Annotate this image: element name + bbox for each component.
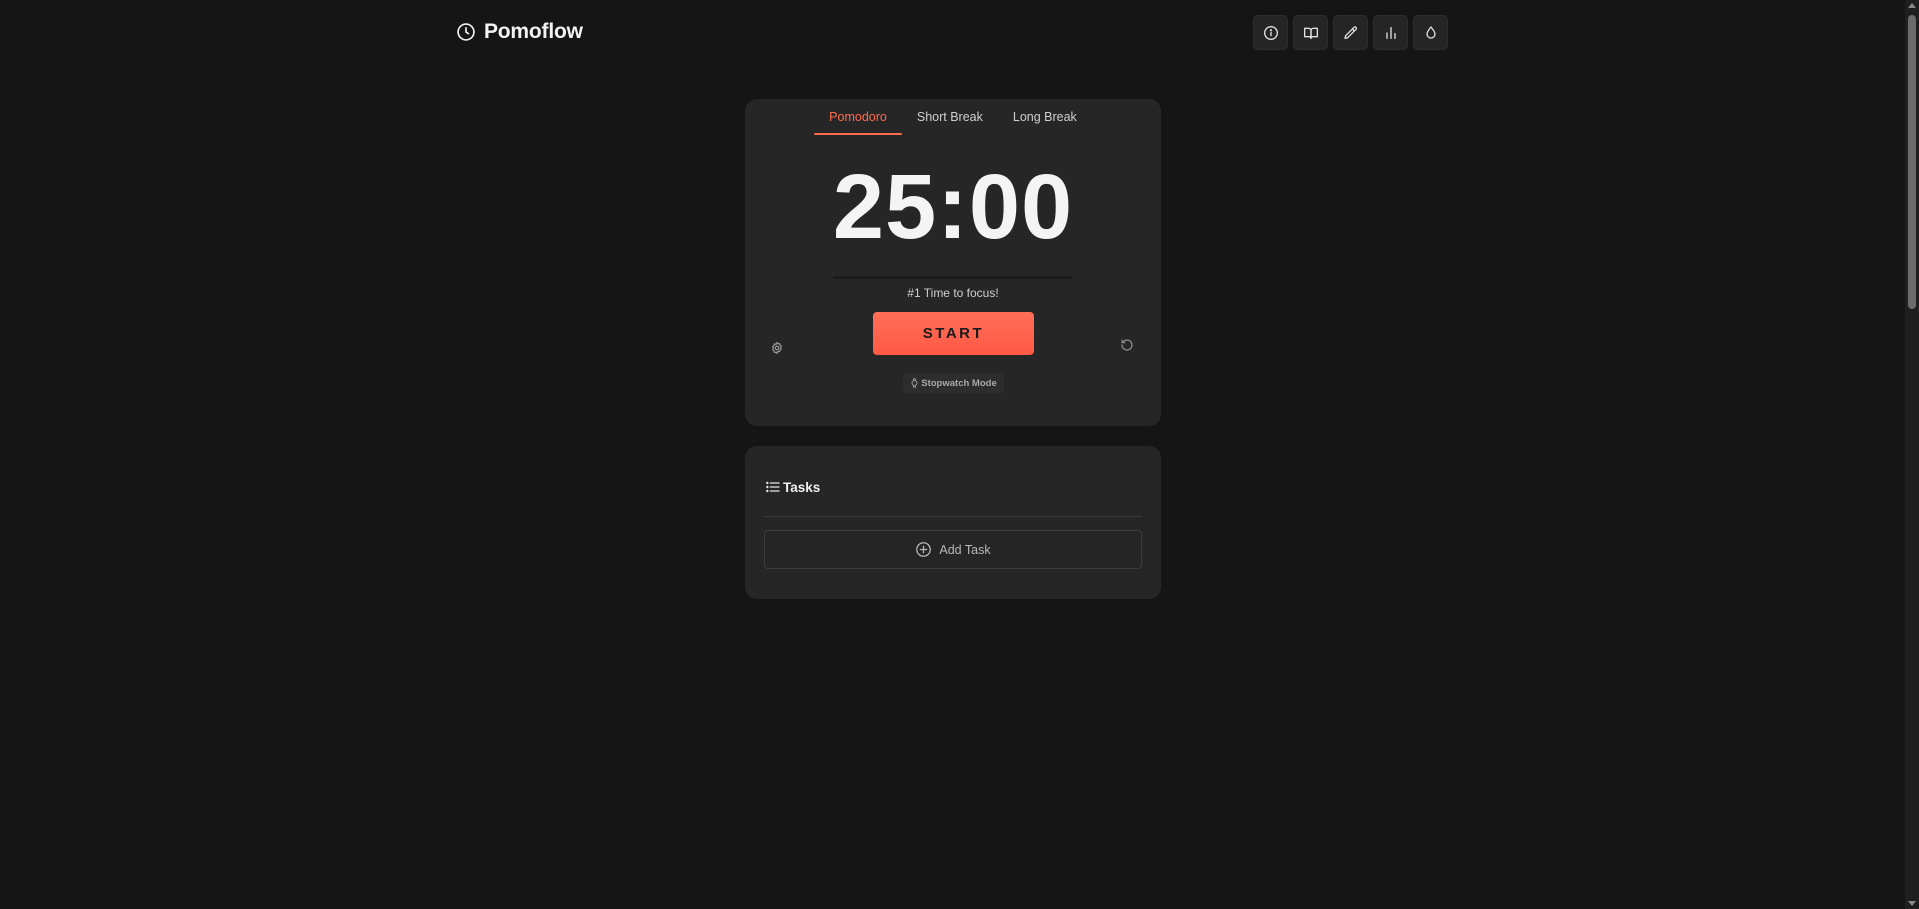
session-message: #1 Time to focus! [907, 286, 999, 300]
progress-bar [833, 276, 1073, 279]
brand[interactable]: Pomoflow [456, 20, 583, 44]
settings-button[interactable] [767, 338, 787, 358]
plus-circle-icon [916, 542, 932, 557]
list-icon [766, 481, 780, 493]
tasks-title: Tasks [783, 479, 821, 495]
gear-icon [772, 341, 782, 355]
divider [764, 516, 1142, 517]
guide-button[interactable] [1293, 15, 1328, 50]
reset-button[interactable] [1117, 335, 1137, 355]
book-icon [1303, 27, 1318, 39]
info-button[interactable] [1253, 15, 1288, 50]
notes-button[interactable] [1333, 15, 1368, 50]
scroll-down-arrow-icon[interactable] [1908, 901, 1916, 906]
tasks-card: Tasks Add Task [745, 446, 1161, 599]
stats-button[interactable] [1373, 15, 1408, 50]
stopwatch-mode-label: Stopwatch Mode [921, 377, 997, 389]
tab-long-break[interactable]: Long Break [998, 99, 1092, 135]
toolbar [1253, 15, 1448, 50]
add-task-label: Add Task [939, 542, 991, 557]
brand-name: Pomoflow [484, 20, 583, 43]
droplet-icon [1425, 25, 1436, 39]
stopwatch-mode-button[interactable]: Stopwatch Mode [903, 373, 1004, 393]
timer-card: Pomodoro Short Break Long Break 25:00 #1… [745, 99, 1161, 426]
watch-icon [911, 378, 918, 388]
timer-tabs: Pomodoro Short Break Long Break [745, 99, 1161, 135]
clock-icon [457, 23, 475, 41]
scroll-up-arrow-icon[interactable] [1908, 3, 1916, 8]
page-scrollbar[interactable] [1905, 0, 1919, 909]
scroll-thumb[interactable] [1908, 15, 1916, 309]
start-button[interactable]: START [873, 312, 1034, 355]
tab-pomodoro[interactable]: Pomodoro [814, 99, 902, 135]
bar-chart-icon [1385, 26, 1396, 39]
tasks-header: Tasks [765, 479, 820, 495]
reset-icon [1121, 339, 1133, 351]
theme-button[interactable] [1413, 15, 1448, 50]
app-page: Pomoflow Pomodoro Short Break Long Break… [0, 0, 1919, 909]
tab-short-break[interactable]: Short Break [902, 99, 998, 135]
timer-display: 25:00 [832, 156, 1074, 258]
info-icon [1263, 25, 1278, 40]
pencil-icon [1343, 25, 1357, 39]
add-task-button[interactable]: Add Task [764, 530, 1142, 569]
